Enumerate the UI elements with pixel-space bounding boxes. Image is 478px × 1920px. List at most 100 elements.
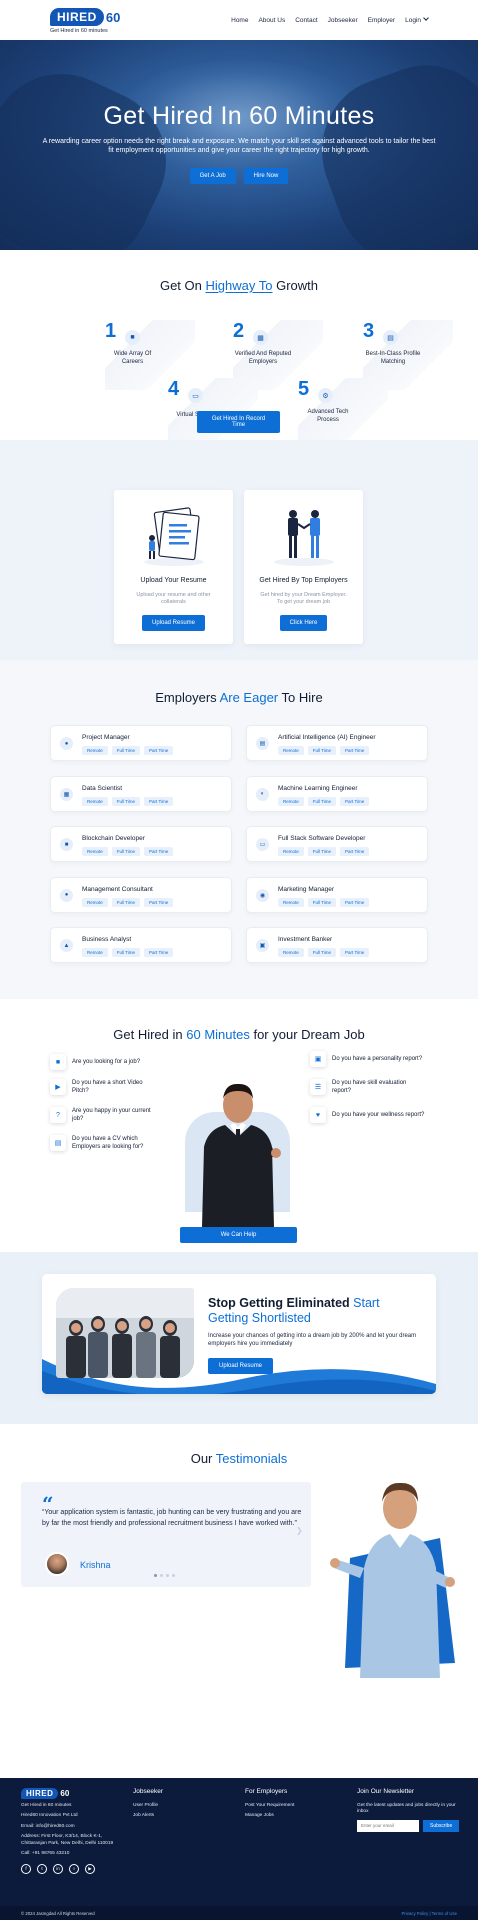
- file-icon: ▣: [310, 1051, 326, 1067]
- job-card[interactable]: ● Management Consultant Remote Full Time Par…: [50, 876, 232, 913]
- dream-title-post: for your Dream Job: [253, 1027, 365, 1042]
- eye-icon: ◉: [256, 888, 269, 902]
- nav-contact[interactable]: Contact: [295, 17, 317, 24]
- job-card[interactable]: ▣ Investment Banker Remote Full Time Part Ti…: [246, 927, 428, 963]
- footer-address: Address: First Floor, K3/14, Block K-1, …: [21, 1834, 114, 1846]
- job-tag: Full Time: [307, 847, 337, 856]
- click-here-button[interactable]: Click Here: [279, 614, 328, 631]
- video-icon: ▶: [50, 1079, 66, 1096]
- upload-resume-button-2[interactable]: Upload Resume: [208, 1357, 274, 1374]
- question-text: Do you have a personality report?: [332, 1055, 423, 1062]
- footer-employers: For Employers Post Your Requirement Mana…: [245, 1788, 294, 1824]
- job-card[interactable]: ▤ Artificial Intelligence (AI) Engineer Re…: [246, 725, 428, 761]
- footer-email[interactable]: Email: info@hired60.com: [21, 1824, 121, 1830]
- job-tags: Remote Full Time Part Time: [278, 847, 370, 856]
- job-tag: Remote: [82, 746, 108, 755]
- carousel-dot[interactable]: [166, 1574, 169, 1577]
- testimonials-title-highlight: Testimonials: [215, 1451, 288, 1466]
- footer-jobseeker: Jobseeker User Profile Job Alerts: [133, 1788, 163, 1824]
- question-text: Do you have a short Video Pitch?: [72, 1080, 143, 1095]
- upload-resume-button[interactable]: Upload Resume: [141, 614, 206, 631]
- list-icon: ☰: [310, 1079, 326, 1096]
- job-card[interactable]: ◉ Marketing Manager Remote Full Time Part Ti…: [246, 876, 428, 913]
- job-tags: Remote Full Time Part Time: [82, 897, 174, 907]
- id-card-icon: ▤: [383, 330, 398, 345]
- testimonials-section: Our Testimonials “ “Your application sys…: [0, 1424, 478, 1726]
- job-tag: Part Time: [144, 796, 174, 806]
- carousel-dot[interactable]: [172, 1574, 175, 1577]
- shortlist-desc: Increase your chances of getting into a …: [208, 1333, 417, 1348]
- job-card[interactable]: ▭ Full Stack Software Developer Remote Full…: [246, 826, 428, 862]
- chevron-down-icon: [423, 14, 429, 21]
- job-card[interactable]: ◐ Machine Learning Engineer Remote Full Tim…: [246, 775, 428, 812]
- footer-link-manage-jobs[interactable]: Manage Jobs: [245, 1813, 294, 1819]
- question-item: ♥ Do you have your wellness report?: [310, 1107, 425, 1123]
- job-tag: Part Time: [340, 847, 370, 856]
- instagram-icon[interactable]: ○: [69, 1863, 79, 1874]
- job-title: Blockchain Developer: [82, 835, 145, 842]
- footer-link-user-profile[interactable]: User Profile: [133, 1803, 163, 1809]
- lock-icon: ■: [60, 838, 73, 851]
- nav-about[interactable]: About Us: [258, 17, 285, 24]
- job-tag: Full Time: [111, 796, 141, 806]
- nav-home[interactable]: Home: [231, 17, 248, 24]
- businessman-photo: [180, 1077, 295, 1227]
- subscribe-button[interactable]: Subscribe: [423, 1819, 460, 1832]
- question-item: ▤ Do you have a CV which Employers are l…: [50, 1135, 160, 1152]
- job-tags: Remote Full Time Part Time: [278, 796, 370, 806]
- footer-jobseeker-title: Jobseeker: [133, 1788, 163, 1795]
- job-card[interactable]: ▲ Business Analyst Remote Full Time Part Tim…: [50, 927, 232, 963]
- job-title: Business Analyst: [82, 936, 132, 943]
- next-arrow-icon[interactable]: ❯: [296, 1526, 303, 1535]
- highway-section: Get On Highway To Growth 1 ■ Wide Array …: [0, 250, 478, 448]
- question-item: ? Are you happy in your current job?: [50, 1107, 170, 1124]
- nav-jobseeker[interactable]: Jobseeker: [328, 17, 358, 24]
- step-number: 1: [105, 320, 117, 342]
- twitter-icon[interactable]: t: [37, 1863, 47, 1874]
- cv-icon: ▤: [50, 1135, 66, 1152]
- logo[interactable]: HIRED 60 Get Hired in 60 minutes: [50, 8, 120, 34]
- job-tag: Full Time: [307, 796, 337, 806]
- question-icon: ?: [50, 1107, 66, 1124]
- job-card[interactable]: ● Project Manager Remote Full Time Part Time: [50, 725, 232, 761]
- hire-now-button[interactable]: Hire Now: [243, 167, 289, 184]
- job-card[interactable]: ▦ Data Scientist Remote Full Time Part Time: [50, 775, 232, 812]
- job-tags: Remote Full Time Part Time: [278, 948, 370, 957]
- pie-chart-icon: ◐: [256, 787, 269, 801]
- upload-resume-desc: Upload your resume and other collaterals: [136, 592, 211, 606]
- get-hired-record-time-button[interactable]: Get Hired In Record Time: [197, 411, 280, 433]
- question-text: Are you happy in your current job?: [72, 1108, 151, 1123]
- footer-link-job-alerts[interactable]: Job Alerts: [133, 1813, 163, 1819]
- briefcase-icon: ■: [50, 1054, 66, 1070]
- job-tag: Full Time: [307, 897, 337, 907]
- employers-title: Employers Are Eager To Hire: [0, 690, 478, 705]
- privacy-links[interactable]: Privacy Policy | Terms of Use: [402, 1911, 457, 1916]
- get-a-job-button[interactable]: Get A Job: [189, 167, 236, 184]
- we-can-help-button[interactable]: We Can Help: [180, 1227, 297, 1243]
- nav-employer[interactable]: Employer: [368, 17, 395, 24]
- job-tags: Remote Full Time Part Time: [82, 746, 174, 755]
- facebook-icon[interactable]: f: [21, 1863, 31, 1874]
- carousel-dot[interactable]: [154, 1574, 157, 1577]
- youtube-icon[interactable]: ▶: [85, 1863, 95, 1874]
- footer-phone[interactable]: Call: +91 98765 43210: [21, 1851, 121, 1857]
- server-icon: ▤: [256, 737, 269, 750]
- upload-resume-title: Upload Your Resume: [140, 577, 207, 584]
- job-tag: Part Time: [144, 746, 174, 755]
- job-title: Investment Banker: [278, 936, 333, 943]
- footer-link-post-requirement[interactable]: Post Your Requirement: [245, 1803, 294, 1809]
- newsletter-desc: Get the latest updates and jobs directly…: [357, 1803, 456, 1815]
- briefcase-icon: ■: [125, 330, 140, 345]
- job-tag: Part Time: [144, 897, 174, 907]
- money-icon: ▣: [256, 939, 269, 952]
- step-number: 3: [363, 320, 375, 342]
- job-card[interactable]: ■ Blockchain Developer Remote Full Time Part…: [50, 826, 232, 862]
- top-employers-title: Get Hired By Top Employers: [259, 577, 348, 584]
- newsletter-title: Join Our Newsletter: [357, 1788, 415, 1795]
- footer-logo[interactable]: HIRED 60: [21, 1788, 121, 1799]
- carousel-dot[interactable]: [160, 1574, 163, 1577]
- linkedin-icon[interactable]: in: [53, 1863, 63, 1874]
- newsletter-email-input[interactable]: [357, 1819, 419, 1832]
- nav-login[interactable]: Login: [405, 14, 429, 24]
- job-tag: Remote: [278, 746, 304, 755]
